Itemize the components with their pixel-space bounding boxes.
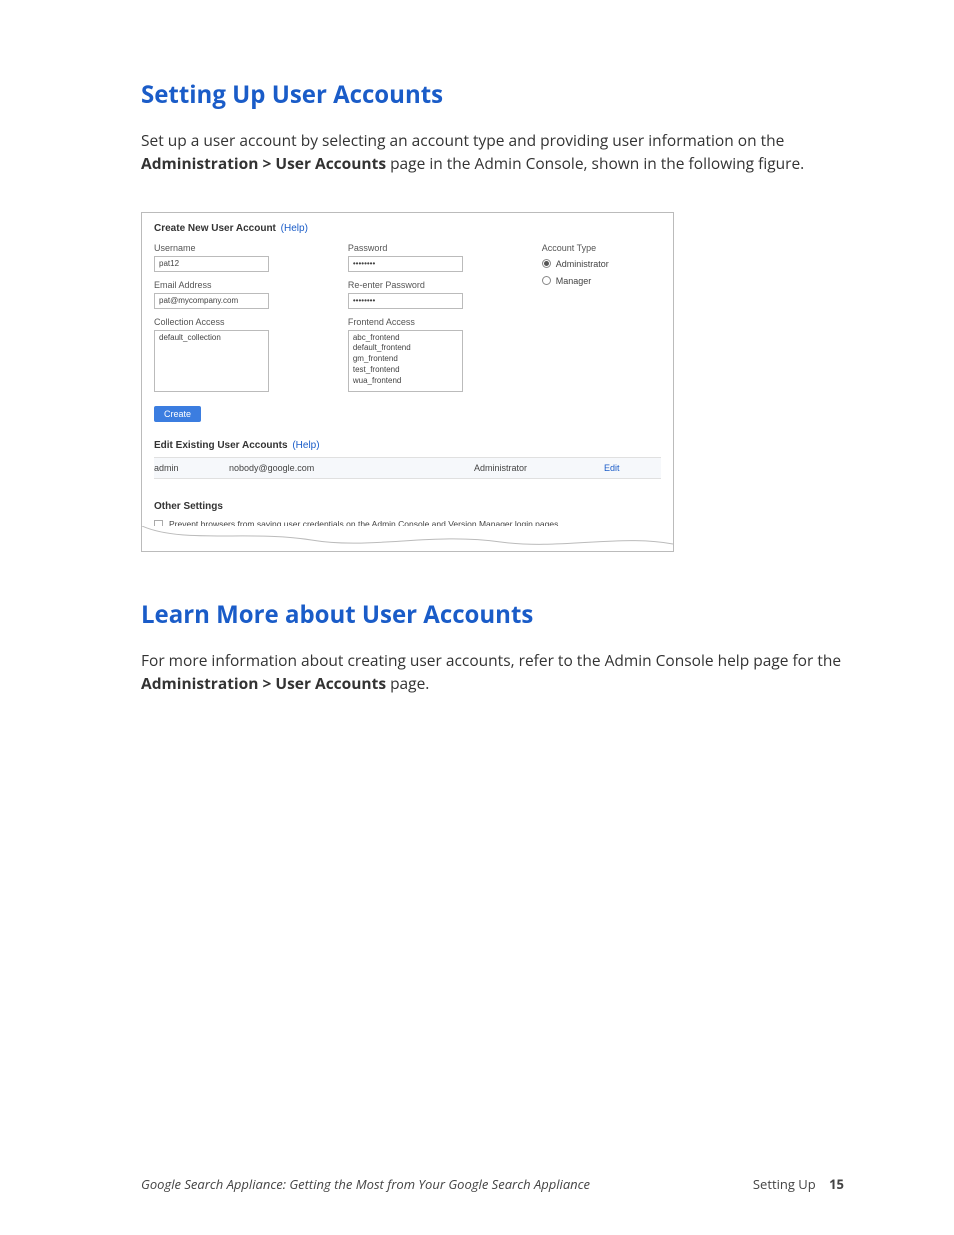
reenter-label: Re-enter Password	[348, 280, 542, 290]
section-heading-setup: Setting Up User Accounts	[141, 78, 844, 111]
help-link-create[interactable]: (Help)	[281, 223, 308, 234]
create-button[interactable]: Create	[154, 406, 201, 422]
frontend-label: Frontend Access	[348, 317, 542, 327]
learn-para-post: page.	[386, 672, 429, 694]
account-row: admin nobody@google.com Administrator Ed…	[154, 457, 661, 479]
row-role: Administrator	[474, 463, 604, 473]
setup-para-bold: Administration > User Accounts	[141, 152, 386, 174]
reenter-input[interactable]: ••••••••	[348, 293, 463, 309]
learn-para-pre: For more information about creating user…	[141, 649, 841, 671]
create-account-heading: Create New User Account	[154, 223, 276, 234]
radio-manager-label: Manager	[556, 276, 592, 286]
page-footer: Google Search Appliance: Getting the Mos…	[141, 1175, 844, 1193]
help-link-edit[interactable]: (Help)	[292, 440, 319, 451]
footer-chapter: Setting Up	[753, 1175, 816, 1193]
learn-paragraph: For more information about creating user…	[141, 649, 844, 696]
other-settings-heading: Other Settings	[154, 501, 661, 512]
frontend-listbox[interactable]: abc_frontend default_frontend gm_fronten…	[348, 330, 463, 392]
edit-heading: Edit Existing User Accounts	[154, 440, 288, 451]
collection-label: Collection Access	[154, 317, 348, 327]
username-label: Username	[154, 243, 348, 253]
torn-edge	[142, 526, 673, 552]
collection-listbox[interactable]: default_collection	[154, 330, 269, 392]
row-username: admin	[154, 463, 229, 473]
password-input[interactable]: ••••••••	[348, 256, 463, 272]
username-input[interactable]: pat12	[154, 256, 269, 272]
setup-para-post: page in the Admin Console, shown in the …	[386, 152, 804, 174]
learn-para-bold: Administration > User Accounts	[141, 672, 386, 694]
row-edit-link[interactable]: Edit	[604, 463, 620, 473]
account-type-label: Account Type	[542, 243, 661, 253]
email-input[interactable]: pat@mycompany.com	[154, 293, 269, 309]
password-label: Password	[348, 243, 542, 253]
radio-administrator[interactable]	[542, 259, 551, 268]
row-email: nobody@google.com	[229, 463, 474, 473]
radio-administrator-label: Administrator	[556, 259, 609, 269]
footer-doc-title: Google Search Appliance: Getting the Mos…	[141, 1175, 590, 1193]
footer-page-number: 15	[829, 1175, 844, 1193]
setup-paragraph: Set up a user account by selecting an ac…	[141, 129, 844, 176]
email-label: Email Address	[154, 280, 348, 290]
setup-para-pre: Set up a user account by selecting an ac…	[141, 129, 784, 151]
radio-manager[interactable]	[542, 276, 551, 285]
section-heading-learn: Learn More about User Accounts	[141, 598, 844, 631]
admin-console-figure: Create New User Account (Help) Username …	[141, 212, 674, 552]
